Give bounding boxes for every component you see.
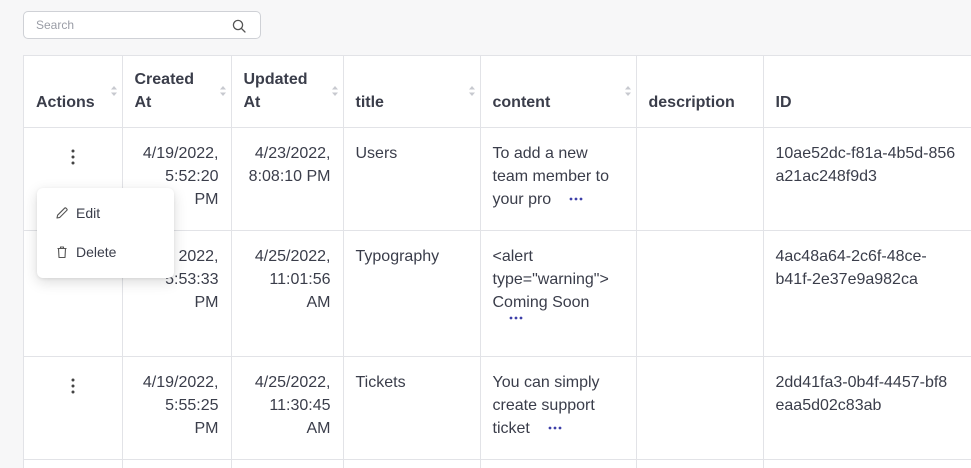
table-row: 4/19/2022, 5:55:25 PM 4/25/2022, 11:30:4…	[24, 356, 971, 459]
cell-text: You can simply	[493, 374, 600, 391]
column-header-id[interactable]: ID	[763, 56, 971, 127]
cell-text: 8:08:10 PM	[249, 168, 331, 185]
cell-text: your pro	[493, 191, 552, 208]
cell-text: team member to	[493, 168, 609, 185]
description-cell	[636, 127, 763, 230]
cell-text: 5:55:25	[165, 397, 218, 414]
description-cell	[636, 230, 763, 356]
cell-text: <alert	[493, 248, 533, 265]
table-header-row: Actions Created At Updated At title conten…	[24, 56, 971, 127]
sort-icon[interactable]	[468, 85, 476, 97]
updated-at-cell: 4/23/2022, 8:08:10 PM	[231, 127, 343, 230]
content-cell: To add a new team member to your pro	[480, 127, 636, 230]
cell-text: 2dd41fa3-0b4f-4457-bf8	[776, 374, 948, 391]
cell-text: 2022,	[178, 248, 218, 265]
kebab-icon[interactable]	[66, 377, 80, 395]
sort-icon[interactable]	[331, 85, 339, 97]
column-header-created-at[interactable]: Created At	[122, 56, 231, 127]
cell-text: Tickets	[356, 374, 406, 391]
column-header-title[interactable]: title	[343, 56, 480, 127]
id-cell: 4ac48a64-2c6f-48ce- b41f-2e37e9a982ca	[763, 230, 971, 356]
cell-text: 5:52:20	[165, 168, 218, 185]
header-label: title	[356, 91, 468, 114]
search-icon[interactable]	[232, 19, 246, 33]
cell-text: a21ac248f9d3	[776, 168, 877, 185]
header-label: Created	[135, 71, 195, 88]
cell-text: To add a new	[493, 145, 588, 162]
updated-at-cell: 4/25/2022, 11:01:56 AM	[231, 230, 343, 356]
search-input[interactable]	[36, 18, 226, 32]
cell-text: Coming Soon	[493, 294, 590, 311]
content-cell: You can simply create support ticket	[480, 356, 636, 459]
header-label: At	[135, 94, 152, 111]
kebab-icon[interactable]	[66, 148, 80, 166]
cell-text: ticket	[493, 420, 530, 437]
header-label: ID	[776, 91, 971, 114]
description-cell	[636, 356, 763, 459]
cell-text: 4ac48a64-2c6f-48ce-	[776, 248, 927, 265]
cell-text: 4/25/2022,	[255, 248, 331, 265]
cell-text: Typography	[356, 248, 440, 265]
cell-text: AM	[307, 420, 331, 437]
edit-menu-label: Edit	[76, 205, 100, 221]
sort-icon[interactable]	[110, 85, 118, 97]
title-cell: Users	[343, 127, 480, 230]
search-box[interactable]	[23, 11, 261, 39]
delete-menu-label: Delete	[76, 244, 116, 260]
cell-text: type="warning">	[493, 271, 609, 288]
actions-cell	[24, 356, 122, 459]
more-horizontal-icon[interactable]	[548, 425, 562, 431]
header-label: description	[649, 91, 751, 114]
header-label: Updated	[244, 71, 308, 88]
cell-text: 10ae52dc-f81a-4b5d-856	[776, 145, 956, 162]
cell-text: Users	[356, 145, 398, 162]
content-cell: <alert type="warning"> Coming Soon	[480, 230, 636, 356]
cell-text: 4/25/2022,	[255, 374, 331, 391]
row-actions-menu: Edit Delete	[37, 188, 174, 278]
more-horizontal-icon[interactable]	[569, 196, 583, 202]
column-header-actions[interactable]: Actions	[24, 56, 122, 127]
title-cell: Tickets	[343, 356, 480, 459]
cell-text: 4/19/2022,	[143, 145, 219, 162]
cell-text: PM	[195, 191, 219, 208]
id-cell: 2dd41fa3-0b4f-4457-bf8 eaa5d02c83ab	[763, 356, 971, 459]
cell-text: b41f-2e37e9a982ca	[776, 271, 918, 288]
edit-menu-item[interactable]: Edit	[55, 203, 100, 223]
header-label: At	[244, 94, 261, 111]
delete-menu-item[interactable]: Delete	[55, 242, 116, 262]
pencil-icon	[55, 206, 69, 220]
cell-text: 4/23/2022,	[255, 145, 331, 162]
column-header-content[interactable]: content	[480, 56, 636, 127]
more-horizontal-icon[interactable]	[509, 315, 523, 321]
cell-text: PM	[195, 420, 219, 437]
updated-at-cell: 4/25/2022, 11:30:45 AM	[231, 356, 343, 459]
header-label: Actions	[36, 91, 110, 114]
column-header-updated-at[interactable]: Updated At	[231, 56, 343, 127]
trash-icon	[55, 245, 69, 259]
cell-text: PM	[195, 294, 219, 311]
header-label: content	[493, 91, 624, 114]
column-header-description[interactable]: description	[636, 56, 763, 127]
cell-text: 4/19/2022,	[143, 374, 219, 391]
id-cell: 10ae52dc-f81a-4b5d-856 a21ac248f9d3	[763, 127, 971, 230]
title-cell: Typography	[343, 230, 480, 356]
sort-icon[interactable]	[624, 85, 632, 97]
cell-text: eaa5d02c83ab	[776, 397, 882, 414]
cell-text: AM	[307, 294, 331, 311]
cell-text: create support	[493, 397, 595, 414]
cell-text: 11:30:45	[269, 397, 330, 414]
created-at-cell: 4/19/2022, 5:55:25 PM	[122, 356, 231, 459]
cell-text: 11:01:56	[269, 271, 330, 288]
sort-icon[interactable]	[219, 85, 227, 97]
